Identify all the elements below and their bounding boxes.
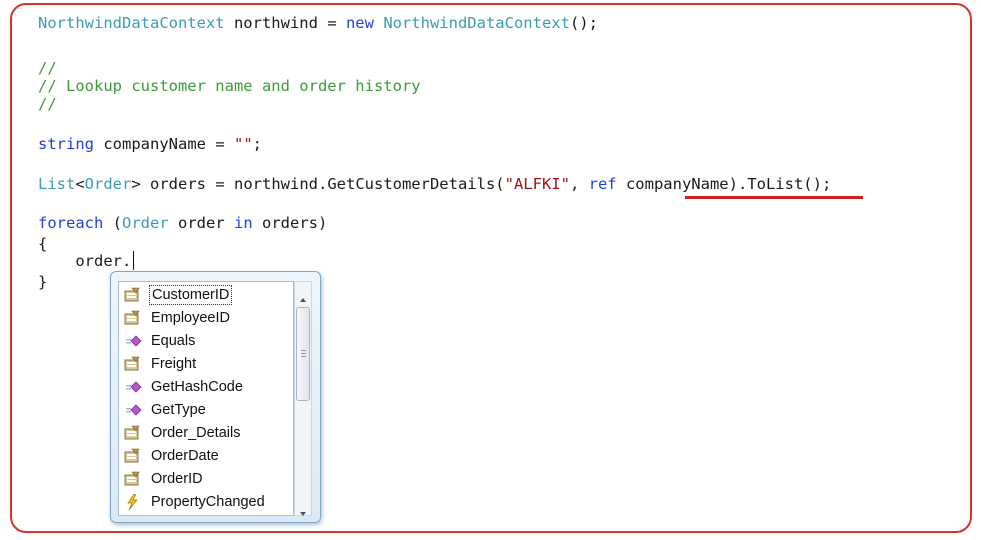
completion-item[interactable]: Order_Details [120,422,292,444]
type-token: NorthwindDataContext [383,14,570,32]
completion-label: GetHashCode [151,379,243,395]
grip-line [301,353,306,354]
code-token: (); [569,14,598,32]
code-token: < [75,175,85,193]
completion-item[interactable]: GetHashCode [120,376,292,398]
completion-item[interactable]: GetType [120,399,292,421]
method-icon [124,379,142,395]
intellisense-popup[interactable]: CustomerID EmployeeID Equals Freight Get… [110,271,321,523]
keyword-token: in [234,214,253,232]
code-line-10: } [38,273,48,291]
property-icon [124,471,142,487]
scroll-up-arrow-icon[interactable] [298,289,308,302]
completion-item[interactable]: CustomerID [120,284,292,306]
code-token: ( [103,214,122,232]
code-token: order [168,214,234,232]
completion-label: CustomerID [149,285,233,305]
type-token: Order [122,214,169,232]
code-line-7: foreach (Order order in orders) [38,212,327,235]
code-token: order. [38,252,132,270]
scroll-thumb[interactable] [296,307,310,401]
code-token: orders) [252,214,328,232]
completion-label: Equals [151,333,196,349]
code-editor[interactable]: NorthwindDataContext northwind = new Nor… [38,12,831,380]
completion-label: OrderDate [151,448,219,464]
type-token: List [38,175,76,193]
keyword-token: string [38,135,94,153]
property-icon [124,448,142,464]
code-token: , [569,175,589,193]
completion-item[interactable]: PropertyChanged [120,491,292,513]
code-token: companyName [616,175,729,193]
code-line-6: List<Order> orders = northwind.GetCustom… [38,173,831,196]
grip-line [301,356,306,357]
completion-item[interactable]: Equals [120,330,292,352]
code-token: ).ToList(); [728,175,832,193]
code-token: northwind = [224,14,346,32]
keyword-token: new [345,14,374,32]
method-icon [124,333,142,349]
completion-label: PropertyChanged [151,494,265,510]
completion-label: Freight [151,356,197,372]
text-caret [133,251,135,270]
type-token: Order [84,175,132,193]
code-line-4: // [38,95,57,113]
completion-list[interactable]: CustomerID EmployeeID Equals Freight Get… [118,281,294,516]
event-icon [124,493,142,511]
completion-scrollbar[interactable] [294,281,312,516]
grip-line [301,350,306,351]
keyword-token: ref [588,175,617,193]
property-icon [124,425,142,441]
type-token: NorthwindDataContext [38,14,225,32]
code-token: companyName = [94,135,234,153]
completion-item[interactable]: OrderID [120,468,292,490]
highlight-underline [685,196,863,199]
completion-label: EmployeeID [151,310,230,326]
property-icon [124,356,142,372]
code-line-1: NorthwindDataContext northwind = new Nor… [38,12,598,35]
property-icon [124,310,142,326]
string-token: "" [233,135,253,153]
code-token: ; [252,135,262,153]
string-token: "ALFKI" [504,175,570,193]
scroll-down-arrow-icon[interactable] [298,503,308,516]
keyword-token: foreach [38,214,104,232]
completion-item[interactable]: Freight [120,353,292,375]
completion-item[interactable]: OrderDate [120,445,292,467]
code-line-9: order. [38,250,135,273]
property-icon [124,287,142,303]
code-token: orders = northwind.GetCustomerDetails( [140,175,505,193]
completion-label: Order_Details [151,425,241,441]
completion-label: GetType [151,402,206,418]
method-icon [124,402,142,418]
code-token: > [131,175,141,193]
completion-label: OrderID [151,471,203,487]
code-line-5: string companyName = ""; [38,133,262,156]
completion-item[interactable]: EmployeeID [120,307,292,329]
code-line-3: // Lookup customer name and order histor… [38,77,421,95]
